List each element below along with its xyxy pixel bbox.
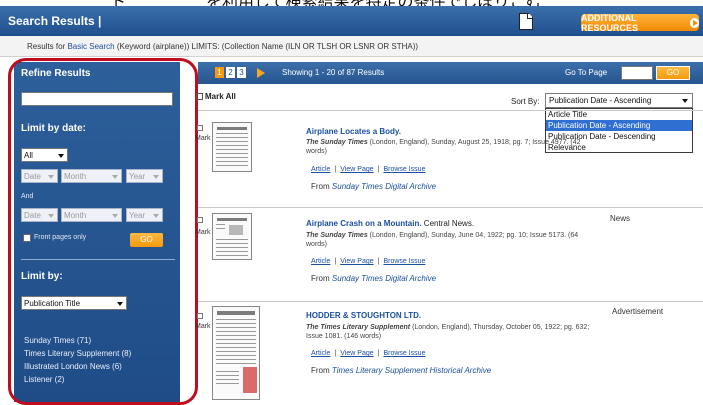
result-thumbnail[interactable] (212, 306, 260, 400)
result-title[interactable]: HODDER & STOUGHTON LTD. (306, 311, 421, 320)
pagination-bar: 1 2 3 Showing 1 - 20 of 87 Results Go To… (198, 62, 703, 84)
result-publication: The Times Literary Supplement (306, 324, 411, 331)
mark-all-label: Mark All (205, 92, 236, 101)
search-type-link[interactable]: Basic Search (67, 42, 114, 51)
article-link[interactable]: Article (311, 350, 330, 357)
row-divider (198, 207, 703, 208)
document-icon[interactable] (519, 13, 533, 30)
result-title[interactable]: Airplane Crash on a Mountain. (306, 219, 422, 228)
go-to-page-input[interactable] (621, 66, 653, 80)
sort-by-select[interactable]: Publication Date - Ascending (545, 93, 693, 108)
page-link-3[interactable]: 3 (237, 67, 246, 78)
result-title[interactable]: Airplane Locates a Body. (306, 127, 401, 136)
page-link-1[interactable]: 1 (215, 67, 224, 78)
result-mark-label: Mark (195, 229, 211, 236)
result-source: From Sunday Times Digital Archive (311, 274, 436, 283)
result-links: Article | View Page | Browse Issue (311, 350, 426, 357)
chevron-down-icon (682, 99, 688, 103)
additional-resources-label: ADDITIONAL RESOURCES (581, 12, 639, 33)
result-title-link[interactable]: Airplane Crash on a Mountain. Central Ne… (306, 219, 474, 228)
result-citation: The Sunday Times (London, England), Sund… (306, 231, 596, 249)
mark-all-checkbox[interactable] (196, 93, 203, 100)
go-to-page-button[interactable]: GO (656, 66, 690, 80)
from-label: From (311, 182, 330, 191)
mark-all[interactable]: Mark All (196, 92, 236, 101)
results-for-label: Results for (27, 42, 66, 51)
view-page-link[interactable]: View Page (340, 350, 373, 357)
view-page-link[interactable]: View Page (340, 166, 373, 173)
results-count: Showing 1 - 20 of 87 Results (282, 68, 385, 77)
page-title: Search Results | (8, 14, 102, 28)
go-to-page-label: Go To Page (565, 68, 608, 77)
result-source: From Times Literary Supplement Historica… (311, 366, 491, 375)
search-query-text: (Keyword (airplane)) LIMITS: (Collection… (114, 42, 419, 51)
result-publication: The Sunday Times (306, 232, 368, 239)
from-label: From (311, 274, 330, 283)
browse-issue-link[interactable]: Browse Issue (383, 258, 425, 265)
result-title-link[interactable]: Airplane Locates a Body. (306, 127, 401, 136)
result-title-link[interactable]: HODDER & STOUGHTON LTD. (306, 311, 421, 320)
sort-by-label: Sort By: (511, 97, 540, 106)
result-source: From Sunday Times Digital Archive (311, 182, 436, 191)
result-citation: The Times Literary Supplement (London, E… (306, 323, 596, 341)
row-divider (198, 301, 703, 302)
result-mark-label: Mark (195, 135, 211, 142)
result-type: Advertisement (612, 307, 664, 316)
browse-issue-link[interactable]: Browse Issue (383, 166, 425, 173)
result-mark-checkbox[interactable] (197, 125, 203, 131)
sort-by-value: Publication Date - Ascending (549, 96, 652, 105)
view-page-link[interactable]: View Page (340, 258, 373, 265)
result-mark-label: Mark (195, 323, 211, 330)
result-thumbnail[interactable] (212, 122, 252, 172)
arrow-right-circle-icon (689, 17, 699, 28)
row-divider (198, 110, 703, 111)
result-thumbnail[interactable] (212, 213, 252, 260)
page-link-2[interactable]: 2 (226, 67, 235, 78)
result-links: Article | View Page | Browse Issue (311, 166, 426, 173)
search-summary: Results for Basic Search (Keyword (airpl… (0, 36, 703, 57)
result-publication: The Sunday Times (306, 139, 368, 146)
source-link[interactable]: Sunday Times Digital Archive (332, 182, 436, 191)
article-link[interactable]: Article (311, 166, 330, 173)
sidebar-highlight-outline (8, 58, 198, 405)
next-page-icon[interactable] (257, 68, 265, 78)
result-type: News (610, 214, 631, 223)
result-citation: The Sunday Times (London, England), Sund… (306, 138, 596, 156)
result-mark-checkbox[interactable] (197, 313, 203, 319)
result-links: Article | View Page | Browse Issue (311, 258, 426, 265)
from-label: From (311, 366, 330, 375)
browse-issue-link[interactable]: Browse Issue (383, 350, 425, 357)
result-mark-checkbox[interactable] (197, 217, 203, 223)
sort-option-date-ascending[interactable]: Publication Date - Ascending (546, 120, 692, 131)
header-bar: Search Results | ADDITIONAL RESOURCES (0, 6, 703, 36)
source-link[interactable]: Times Literary Supplement Historical Arc… (332, 366, 491, 375)
source-link[interactable]: Sunday Times Digital Archive (332, 274, 436, 283)
article-link[interactable]: Article (311, 258, 330, 265)
additional-resources-button[interactable]: ADDITIONAL RESOURCES (581, 12, 699, 33)
result-subtitle: Central News. (421, 219, 475, 228)
